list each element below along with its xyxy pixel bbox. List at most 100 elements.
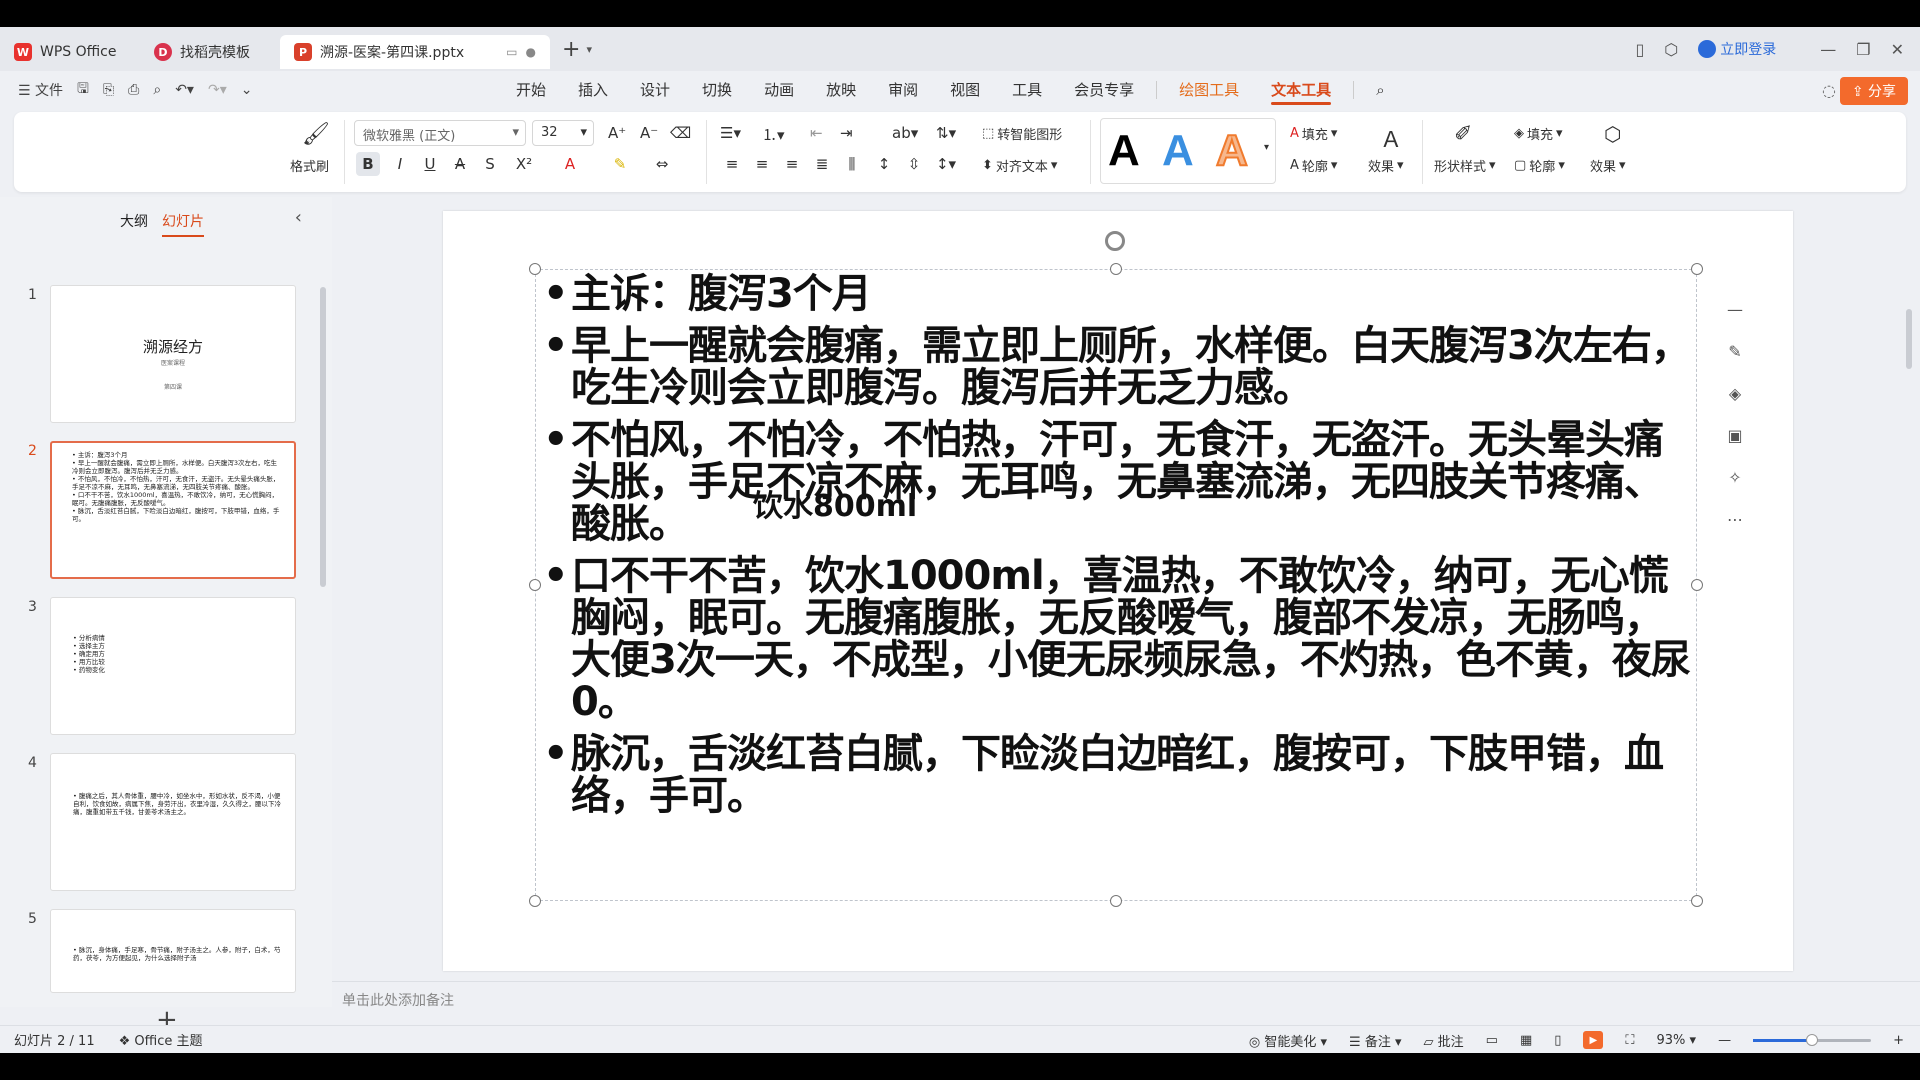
shape-effect-icon[interactable]: ⬡ [1604,122,1621,146]
file-menu[interactable]: ☰ 文件 [18,80,63,100]
bold-button[interactable]: B [356,152,380,176]
tab-transitions[interactable]: 切换 [686,71,748,109]
tab-wps-office[interactable]: W WPS Office [0,35,140,69]
character-spacing-button[interactable]: ⇔ [650,152,674,176]
bullet-item[interactable]: 主诉：腹泻3个月 [543,273,1693,315]
save-icon[interactable]: 🖫 [77,78,89,102]
zoom-slider-knob[interactable] [1806,1033,1819,1046]
format-painter-icon[interactable]: 🖌 [302,122,330,147]
outline-tab[interactable]: 大纲 [120,211,148,237]
panel-scrollbar[interactable] [320,287,326,587]
bullet-item[interactable]: 口不干不苦，饮水1000ml，喜温热，不敢饮冷，纳可，无心慌胸闷，眠可。无腹痛腹… [543,555,1693,723]
resize-handle[interactable] [529,579,541,591]
rotate-handle-icon[interactable] [1105,231,1125,251]
text-fill-button[interactable]: A 填充 ▾ [1290,124,1337,143]
bullet-list-icon[interactable]: ☰▾ [720,124,741,142]
text-style-orange[interactable]: A [1215,125,1249,176]
frame-icon[interactable]: ▣ [1721,421,1749,449]
tab-home[interactable]: 开始 [500,71,562,109]
text-effect-button[interactable]: 效果 ▾ [1368,156,1404,175]
zoom-in-icon[interactable]: + [1893,1033,1904,1048]
tab-member[interactable]: 会员专享 [1058,71,1150,109]
search-icon[interactable]: ⌕ [1360,71,1400,109]
bullet-item[interactable]: 脉沉，舌淡红苔白腻，下睑淡白边暗红，腹按可，下肢甲错，血络，手可。 [543,733,1693,817]
text-style-black[interactable]: A [1108,126,1140,176]
export-icon[interactable]: ⎘ [103,82,114,98]
zoom-out-icon[interactable]: — [1718,1033,1731,1048]
theme-button[interactable]: ❖ Office 主题 [119,1030,203,1049]
decrease-indent-icon[interactable]: ⇤ [810,124,823,142]
new-tab-icon[interactable]: + [562,37,580,62]
tab-design[interactable]: 设计 [624,71,686,109]
columns-button[interactable]: ⫼ [840,152,864,176]
paragraph-spacing-button[interactable]: ⇳ [902,152,926,176]
align-left-button[interactable]: ≡ [720,152,744,176]
chat-icon[interactable]: ◌ [1822,81,1836,100]
zoom-select[interactable]: 93% ▾ [1657,1033,1697,1048]
italic-button[interactable]: I [388,152,412,176]
monitor-icon[interactable]: ▭ [506,45,517,59]
font-family-select[interactable]: 微软雅黑 (正文) ▾ [354,120,526,146]
increase-indent-icon[interactable]: ⇥ [840,124,853,142]
redo-icon[interactable]: ↷▾ [208,82,227,98]
resize-handle[interactable] [1110,895,1122,907]
cube-icon[interactable]: ⬡ [1664,40,1678,59]
align-center-button[interactable]: ≡ [750,152,774,176]
tab-document[interactable]: P 溯源-医案-第四课.pptx ▭ ● [280,35,550,69]
reading-view-icon[interactable]: ▯ [1554,1033,1561,1048]
shape-style-button[interactable]: 形状样式 ▾ [1434,156,1496,175]
notes-area[interactable]: 单击此处添加备注 [332,981,1920,1011]
canvas-scrollbar[interactable] [1906,309,1912,369]
shape-outline-button[interactable]: ▢ 轮廓 ▾ [1514,156,1565,175]
close-icon[interactable]: ✕ [1891,40,1904,59]
login-button[interactable]: 立即登录 [1698,39,1776,59]
underline-button[interactable]: U [418,152,442,176]
tab-text-tools[interactable]: 文本工具 [1255,71,1347,109]
align-right-button[interactable]: ≡ [780,152,804,176]
slides-tab[interactable]: 幻灯片 [162,211,204,237]
tab-view[interactable]: 视图 [934,71,996,109]
play-icon[interactable]: ▶ [1583,1031,1604,1049]
comments-button[interactable]: ▱ 批注 [1424,1031,1464,1050]
tab-drawing-tools[interactable]: 绘图工具 [1163,71,1255,109]
tab-review[interactable]: 审阅 [872,71,934,109]
superscript-button[interactable]: X² [512,152,536,176]
fit-window-icon[interactable]: ⛶ [1625,1033,1634,1048]
shape-effect-button[interactable]: 效果 ▾ [1590,156,1626,175]
more-icon[interactable]: ⌄ [241,82,253,98]
share-button[interactable]: ⇪ 分享 [1839,77,1908,105]
slide-thumbnail-3[interactable]: • 分析病情 • 选择主方 • 确定用方 • 用方比较 • 药物变化 [50,597,296,735]
increase-font-icon[interactable]: A⁺ [608,124,626,142]
shadow-button[interactable]: S [478,152,502,176]
font-size-select[interactable]: 32 ▾ [532,120,594,146]
print-icon[interactable]: ⎙ [128,82,139,98]
grid-view-icon[interactable]: ▦ [1520,1033,1532,1048]
print-preview-icon[interactable]: ⌕ [153,82,161,98]
line-spacing-button[interactable]: ↕ [872,152,896,176]
format-painter-label[interactable]: 格式刷 [290,156,329,175]
more-icon[interactable]: ⋯ [1721,505,1749,533]
notes-button[interactable]: ☰ 备注 ▾ [1349,1031,1401,1050]
sort-icon[interactable]: ⇅▾ [936,124,956,142]
slide-body[interactable]: 主诉：腹泻3个月 早上一醒就会腹痛，需立即上厕所，水样便。白天腹泻3次左右，吃生… [543,273,1693,827]
minimize-icon[interactable]: — [1820,40,1836,59]
resize-handle[interactable] [529,895,541,907]
collapse-panel-icon[interactable]: ‹ [295,207,302,228]
tab-template-store[interactable]: D 找稻壳模板 [140,35,280,69]
slide-thumbnail-5[interactable]: • 脉沉，身体痛，手足寒，骨节痛，附子汤主之。人参，附子，白术，芍药，茯苓，为方… [50,909,296,993]
text-direction-icon[interactable]: ab▾ [892,124,918,142]
magic-icon[interactable]: ✧ [1721,463,1749,491]
shape-style-icon[interactable]: ✐ [1454,122,1472,147]
overlapping-text[interactable]: 饮水800ml [753,481,917,525]
text-effect-icon[interactable]: Ａ [1380,122,1402,154]
line-spacing-dropdown[interactable]: ↕▾ [934,152,958,176]
slide-thumbnail-1[interactable]: 溯源经方 医案课程 第四课 [50,285,296,423]
layout-icon[interactable]: ▯ [1635,40,1644,59]
tab-insert[interactable]: 插入 [562,71,624,109]
strikethrough-button[interactable]: A [448,152,472,176]
slide-thumbnail-4[interactable]: • 腹痛之后，其人骨体重，腰中冷，如坐水中，形如水状，反不渴，小便自利，饮食如故… [50,753,296,891]
highlight-button[interactable]: ✎ [608,152,632,176]
bullet-item[interactable]: 早上一醒就会腹痛，需立即上厕所，水样便。白天腹泻3次左右，吃生冷则会立即腹泻。腹… [543,325,1693,409]
tab-slideshow[interactable]: 放映 [810,71,872,109]
fill-icon[interactable]: ◈ [1721,379,1749,407]
